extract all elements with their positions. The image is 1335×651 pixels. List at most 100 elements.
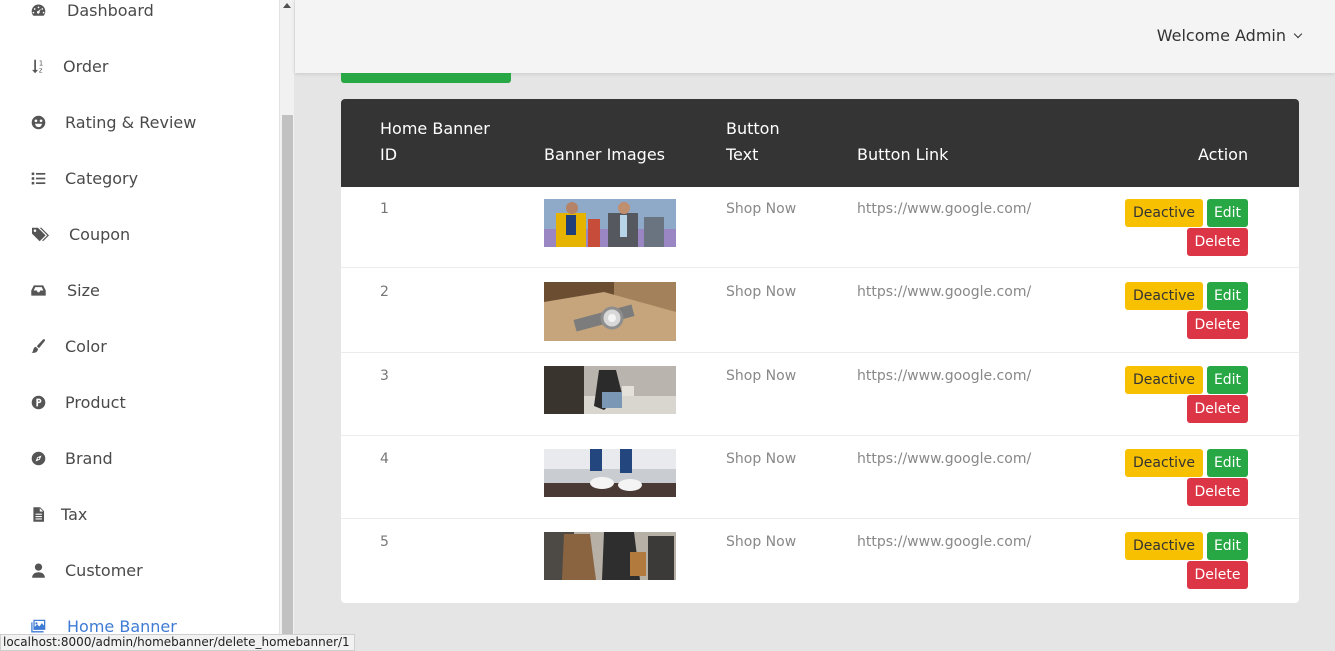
row-button-text: Shop Now [726,201,797,217]
row-button-link: https://www.google.com/ [857,284,1032,300]
user-icon [29,561,47,579]
table-row: 2 Shop Now https://www.google.com/ Deact… [341,268,1299,353]
row-button-text: Shop Now [726,451,797,467]
sidebar-item-label: Color [65,336,107,356]
sidebar-item-size[interactable]: Size [0,262,279,318]
deactive-button[interactable]: Deactive [1125,366,1203,394]
header-id-line2: ID [380,145,398,164]
header-id-line1: Home Banner [380,119,490,138]
sidebar-item-label: Tax [61,504,88,524]
header-images: Banner Images [544,145,666,164]
deactive-button[interactable]: Deactive [1125,282,1203,310]
row-id: 4 [380,451,389,467]
deactive-button[interactable]: Deactive [1125,532,1203,560]
svg-text:z: z [38,66,42,74]
scroll-thumb[interactable] [282,115,293,651]
banner-image[interactable] [544,199,676,247]
welcome-label: Welcome Admin [1156,26,1286,45]
delete-button[interactable]: Delete [1187,478,1248,506]
header-id: Home Banner ID [380,116,490,168]
sidebar-item-dashboard[interactable]: Dashboard [0,0,279,38]
scroll-up-arrow-icon[interactable] [283,3,291,8]
table-row: 1 Shop Now https://www.google.com/ Deact… [341,187,1299,268]
banner-image-graphic [544,282,676,341]
header-text-line2: Text [726,145,759,164]
inbox-icon [29,281,47,299]
sidebar-item-label: Brand [65,448,113,468]
edit-button[interactable]: Edit [1207,449,1248,477]
sidebar-item-label: Home Banner [67,616,177,636]
edit-button[interactable]: Edit [1207,282,1248,310]
sidebar-item-coupon[interactable]: Coupon [0,206,279,262]
header-button-text: Button Text [726,116,780,168]
banner-image-graphic [544,532,676,580]
deactive-button[interactable]: Deactive [1125,449,1203,477]
banner-image-graphic [544,366,676,414]
brush-icon [29,337,47,355]
header-button-link: Button Link [857,145,949,164]
sidebar-item-category[interactable]: Category [0,150,279,206]
row-button-link: https://www.google.com/ [857,451,1032,467]
delete-button[interactable]: Delete [1187,561,1248,589]
status-bar-url: localhost:8000/admin/homebanner/delete_h… [0,634,355,651]
deactive-button[interactable]: Deactive [1125,199,1203,227]
header-text-line1: Button [726,119,780,138]
banner-image[interactable] [544,366,676,414]
edit-button[interactable]: Edit [1207,199,1248,227]
header-action: Action [1198,145,1249,164]
product-icon [29,393,47,411]
list-icon [29,169,47,187]
sidebar-item-label: Order [63,56,109,76]
sidebar-item-label: Size [67,280,100,300]
banner-image-graphic [544,449,676,497]
sidebar-scrollbar[interactable] [279,0,294,651]
delete-button[interactable]: Delete [1187,311,1248,339]
compass-icon [29,449,47,467]
row-button-text: Shop Now [726,284,797,300]
delete-button[interactable]: Delete [1187,395,1248,423]
row-id: 5 [380,534,389,550]
row-button-link: https://www.google.com/ [857,534,1032,550]
home-banner-table: Home Banner ID Banner Images Button Text… [341,99,1299,603]
banner-image[interactable] [544,532,676,580]
sort-icon: 1z [29,57,47,75]
banner-image-graphic [544,199,676,247]
file-icon [29,505,47,523]
row-id: 2 [380,284,389,300]
row-button-link: https://www.google.com/ [857,368,1032,384]
row-button-text: Shop Now [726,534,797,550]
user-menu-dropdown[interactable]: Welcome Admin [1156,26,1303,45]
add-banner-button[interactable] [341,73,511,83]
delete-button[interactable]: Delete [1187,228,1248,256]
top-bar: Welcome Admin [295,0,1335,73]
row-button-link: https://www.google.com/ [857,201,1032,217]
table-row: 5 Shop Now https://www.google.com/ Deact… [341,519,1299,603]
edit-button[interactable]: Edit [1207,366,1248,394]
sidebar-item-label: Dashboard [67,0,154,20]
image-icon [29,617,47,635]
sidebar-item-brand[interactable]: Brand [0,430,279,486]
sidebar-item-customer[interactable]: Customer [0,542,279,598]
row-id: 3 [380,368,389,384]
table-row: 4 Shop Now https://www.google.com/ Deact… [341,436,1299,519]
edit-button[interactable]: Edit [1207,532,1248,560]
sidebar-item-label: Product [65,392,126,412]
table-header: Home Banner ID Banner Images Button Text… [341,99,1299,187]
sidebar-item-color[interactable]: Color [0,318,279,374]
row-button-text: Shop Now [726,368,797,384]
sidebar-item-label: Customer [65,560,143,580]
smile-icon [29,113,47,131]
sidebar-item-product[interactable]: Product [0,374,279,430]
tags-icon [29,225,51,243]
banner-image[interactable] [544,449,676,497]
row-id: 1 [380,201,389,217]
sidebar-item-rating-review[interactable]: Rating & Review [0,94,279,150]
banner-image[interactable] [544,282,676,341]
table-row: 3 Shop Now https://www.google.com/ Deact… [341,353,1299,436]
sidebar-item-label: Category [65,168,139,188]
sidebar-item-order[interactable]: 1z Order [0,38,279,94]
chevron-down-icon [1293,29,1303,38]
sidebar-item-tax[interactable]: Tax [0,486,279,542]
sidebar-item-label: Coupon [69,224,131,244]
dashboard-icon [29,1,47,19]
